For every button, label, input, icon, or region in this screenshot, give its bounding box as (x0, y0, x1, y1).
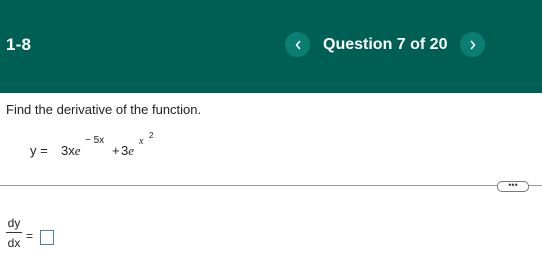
question-counter: Question 7 of 20 (323, 36, 448, 53)
function-equation: y = 3xe − 5x + 3e x 2 (30, 131, 180, 161)
next-question-button[interactable] (460, 32, 485, 57)
fraction-numerator: dy (7, 216, 21, 230)
chevron-right-icon (470, 40, 475, 49)
equation-term1: 3xe (61, 143, 81, 159)
section-label: 1-8 (6, 35, 32, 54)
answer-input[interactable] (40, 230, 54, 245)
equation-term2-exponent: x (139, 136, 144, 147)
equation-lhs: y = (30, 143, 48, 158)
header-bar: 1-8 Question 7 of 20 (0, 0, 542, 93)
question-prompt: Find the derivative of the function. (6, 102, 202, 117)
equation-term1-coeff: 3x (61, 143, 75, 158)
chevron-left-icon (295, 40, 300, 49)
equation-term1-exponent: − 5x (85, 135, 105, 146)
equation-plus: + (112, 143, 120, 158)
equation-term2: 3e (121, 143, 134, 159)
equation-term2-base: e (128, 143, 135, 158)
derivative-fraction: dy dx (6, 216, 22, 250)
equation-term1-base: e (74, 143, 81, 158)
section-divider (0, 185, 542, 186)
fraction-denominator: dx (7, 236, 21, 250)
previous-question-button[interactable] (285, 32, 310, 57)
more-options-button[interactable]: ••• (497, 181, 529, 192)
fraction-bar (6, 232, 22, 233)
equation-term2-exponent-power: 2 (149, 131, 154, 140)
equals-sign: = (26, 229, 34, 243)
